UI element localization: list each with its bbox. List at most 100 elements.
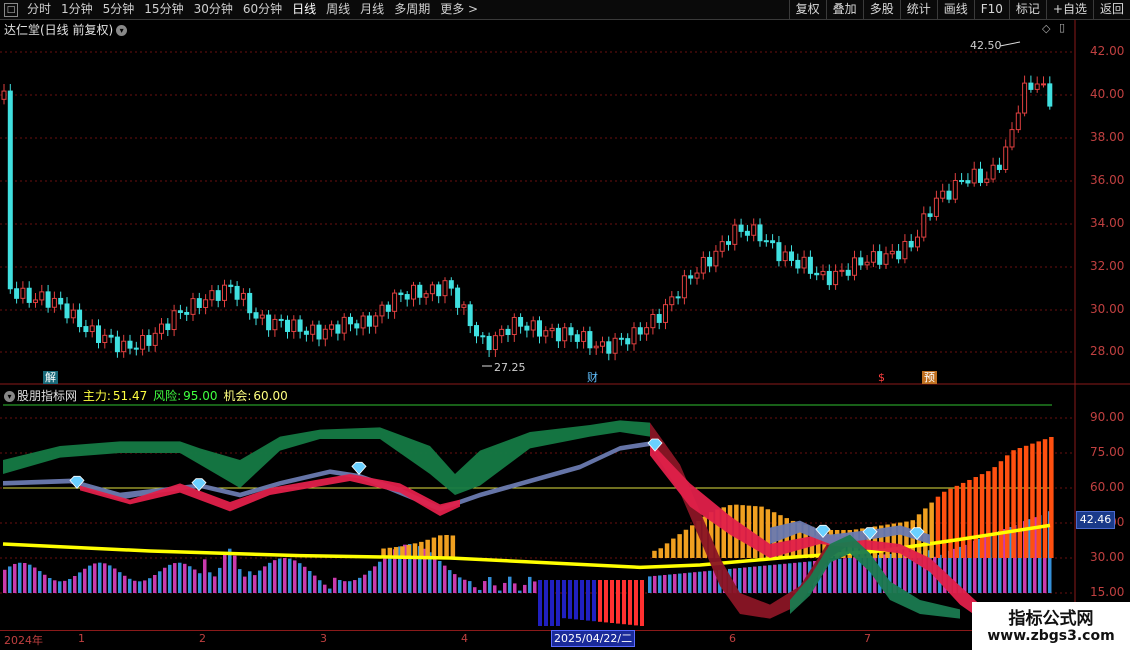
price-tick: 40.00 <box>1090 87 1125 101</box>
histogram-bar <box>903 552 907 593</box>
event-marker-cai[interactable]: 财 <box>585 371 600 384</box>
signal-bar <box>616 580 620 624</box>
candle-body <box>240 292 246 300</box>
orange-bar <box>431 537 437 558</box>
histogram-bar <box>693 572 697 593</box>
date-label: 2024年 <box>4 634 43 647</box>
histogram-bar <box>678 573 682 593</box>
histogram-bar <box>168 564 172 593</box>
histogram-bar <box>73 576 77 593</box>
histogram-bar <box>238 569 242 593</box>
signal-bar <box>544 580 548 626</box>
orange-bar <box>419 541 424 558</box>
histogram-bar <box>263 566 267 593</box>
diamond-icon <box>351 461 367 475</box>
candle-body <box>946 190 952 200</box>
candle-body <box>770 240 776 244</box>
histogram-bar <box>318 580 322 593</box>
orange-bar <box>948 488 953 558</box>
histogram-bar <box>268 562 272 593</box>
candle-body <box>411 284 416 300</box>
histogram-bar <box>478 589 482 593</box>
histogram-bar <box>493 585 497 593</box>
candle-body <box>190 298 196 315</box>
indicator-name: 股朋指标网 <box>17 389 78 403</box>
event-marker-jie[interactable]: 解 <box>43 371 58 384</box>
histogram-bar <box>838 558 842 593</box>
orange-bar <box>1005 455 1010 558</box>
event-marker-yu[interactable]: 预 <box>922 371 937 384</box>
signal-bar <box>550 580 554 626</box>
candle-body <box>511 316 517 336</box>
candle-body <box>820 270 826 276</box>
histogram-bar <box>138 581 142 593</box>
signal-bar <box>592 580 596 622</box>
histogram-bar <box>373 566 377 593</box>
candle-body <box>681 275 687 299</box>
price-tick: 42.00 <box>1090 44 1125 58</box>
candle-body <box>656 313 662 323</box>
histogram-bar <box>158 571 162 593</box>
histogram-bar <box>133 580 137 593</box>
histogram-bar <box>298 563 302 593</box>
candle-body <box>102 334 108 343</box>
date-label: 1 <box>78 632 85 645</box>
candle-body <box>77 309 83 328</box>
histogram-bar <box>88 565 92 593</box>
histogram-bar <box>208 572 212 593</box>
orange-bar <box>973 477 978 558</box>
histogram-bar <box>348 581 352 593</box>
histogram-bar <box>233 555 237 593</box>
diamond-icon[interactable]: ◇ <box>1042 22 1050 35</box>
candle-body <box>1003 146 1009 170</box>
indicator-tick: 30.00 <box>1090 550 1125 564</box>
candle-body <box>870 251 876 263</box>
signal-bar <box>628 580 632 625</box>
histogram-bar <box>473 587 477 593</box>
indicator-tick: 60.00 <box>1090 480 1125 494</box>
histogram-bar <box>228 548 232 593</box>
orange-bar <box>450 535 456 558</box>
candle-body <box>524 325 530 331</box>
candle-body <box>64 303 70 319</box>
fengxian-label: 风险: <box>153 389 182 403</box>
chevron-down-icon[interactable]: ▾ <box>116 25 128 36</box>
candle-body <box>738 224 744 232</box>
histogram-bar <box>253 575 257 593</box>
candle-body <box>70 309 76 319</box>
chevron-down-icon[interactable]: ▾ <box>4 391 15 402</box>
histogram-bar <box>48 578 52 593</box>
price-tick: 34.00 <box>1090 216 1125 230</box>
candle-body <box>51 297 57 308</box>
candle-body <box>845 269 851 276</box>
candle-body <box>234 285 240 300</box>
candle-body <box>474 325 479 337</box>
histogram-bar <box>308 571 312 593</box>
candle-body <box>776 242 782 262</box>
histogram-bar <box>518 590 522 593</box>
candle-body <box>952 180 958 200</box>
candle-body <box>1028 82 1034 90</box>
event-marker-dividend[interactable]: $ <box>876 371 887 384</box>
histogram-bar <box>178 562 182 593</box>
date-label: 6 <box>729 632 736 645</box>
histogram-bar <box>533 581 537 593</box>
candle-body <box>492 335 498 351</box>
candle-body <box>858 257 864 266</box>
histogram-bar <box>13 563 17 593</box>
histogram-bar <box>258 570 262 593</box>
candle-body <box>908 240 914 248</box>
candle-body <box>417 284 423 298</box>
candle-body <box>329 324 335 330</box>
histogram-bar <box>468 581 472 593</box>
candle-body <box>978 168 983 183</box>
histogram-bar <box>753 566 757 593</box>
histogram-bar <box>333 577 337 593</box>
orange-bar <box>967 479 972 558</box>
orange-bar <box>683 529 689 558</box>
histogram-bar <box>653 575 657 593</box>
histogram-bar <box>833 559 837 593</box>
candle-body <box>1009 129 1015 148</box>
candle-body <box>562 327 568 342</box>
window-icon[interactable]: ▯ <box>1059 21 1065 34</box>
